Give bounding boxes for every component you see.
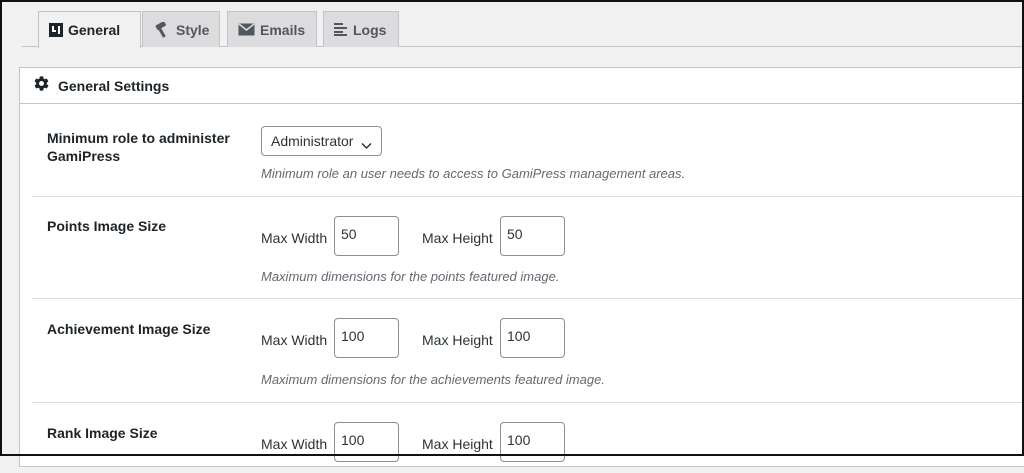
general-settings-panel: General Settings Minimum role to adminis…: [19, 67, 1024, 467]
achievement-max-height-label: Max Height: [422, 332, 493, 348]
panel-title: General Settings: [58, 77, 170, 94]
tab-logs-label: Logs: [353, 21, 387, 38]
general-icon: [49, 23, 63, 37]
min-role-value: Administrator: [271, 133, 354, 149]
points-image-description: Maximum dimensions for the points featur…: [261, 269, 560, 284]
points-image-label: Points Image Size: [47, 218, 167, 234]
setting-row-achievement-image: Achievement Image Size Max Width 100 Max…: [32, 299, 1022, 403]
rank-max-height-input[interactable]: 100: [500, 422, 565, 462]
setting-row-min-role: Minimum role to administer GamiPress Adm…: [32, 115, 1022, 197]
tab-style-label: Style: [176, 21, 210, 38]
rank-max-width-label: Max Width: [261, 436, 328, 452]
rank-image-label: Rank Image Size: [47, 425, 158, 441]
tab-general-label: General: [68, 22, 121, 38]
settings-tabs: General Style Emails Logs: [22, 0, 1024, 48]
rank-max-height-label: Max Height: [422, 436, 493, 452]
points-max-width-label: Max Width: [261, 230, 328, 246]
chevron-down-icon: [361, 137, 372, 153]
hammer-icon: [153, 21, 171, 38]
gear-icon: [33, 75, 50, 97]
setting-row-rank-image: Rank Image Size Max Width 100 Max Height…: [32, 403, 1022, 473]
min-role-label: Minimum role to administer GamiPress: [47, 130, 230, 164]
points-max-height-label: Max Height: [422, 230, 493, 246]
email-icon: [238, 23, 255, 36]
tab-style[interactable]: Style: [142, 11, 220, 47]
achievement-image-label: Achievement Image Size: [47, 321, 211, 337]
setting-row-points-image: Points Image Size Max Width 50 Max Heigh…: [32, 197, 1022, 299]
achievement-max-height-input[interactable]: 100: [500, 318, 565, 358]
achievement-max-width-label: Max Width: [261, 332, 328, 348]
tab-logs[interactable]: Logs: [323, 11, 399, 47]
rank-max-width-input[interactable]: 100: [334, 422, 399, 462]
min-role-select[interactable]: Administrator: [261, 126, 382, 156]
achievement-max-width-input[interactable]: 100: [334, 318, 399, 358]
tab-emails[interactable]: Emails: [227, 11, 317, 47]
min-role-description: Minimum role an user needs to access to …: [261, 166, 686, 181]
panel-header: General Settings: [20, 68, 1024, 104]
tab-general[interactable]: General: [38, 11, 141, 48]
logs-icon: [334, 23, 348, 36]
points-max-width-input[interactable]: 50: [334, 216, 399, 256]
achievement-image-description: Maximum dimensions for the achievements …: [261, 372, 605, 387]
tab-emails-label: Emails: [260, 21, 306, 38]
points-max-height-input[interactable]: 50: [500, 216, 565, 256]
